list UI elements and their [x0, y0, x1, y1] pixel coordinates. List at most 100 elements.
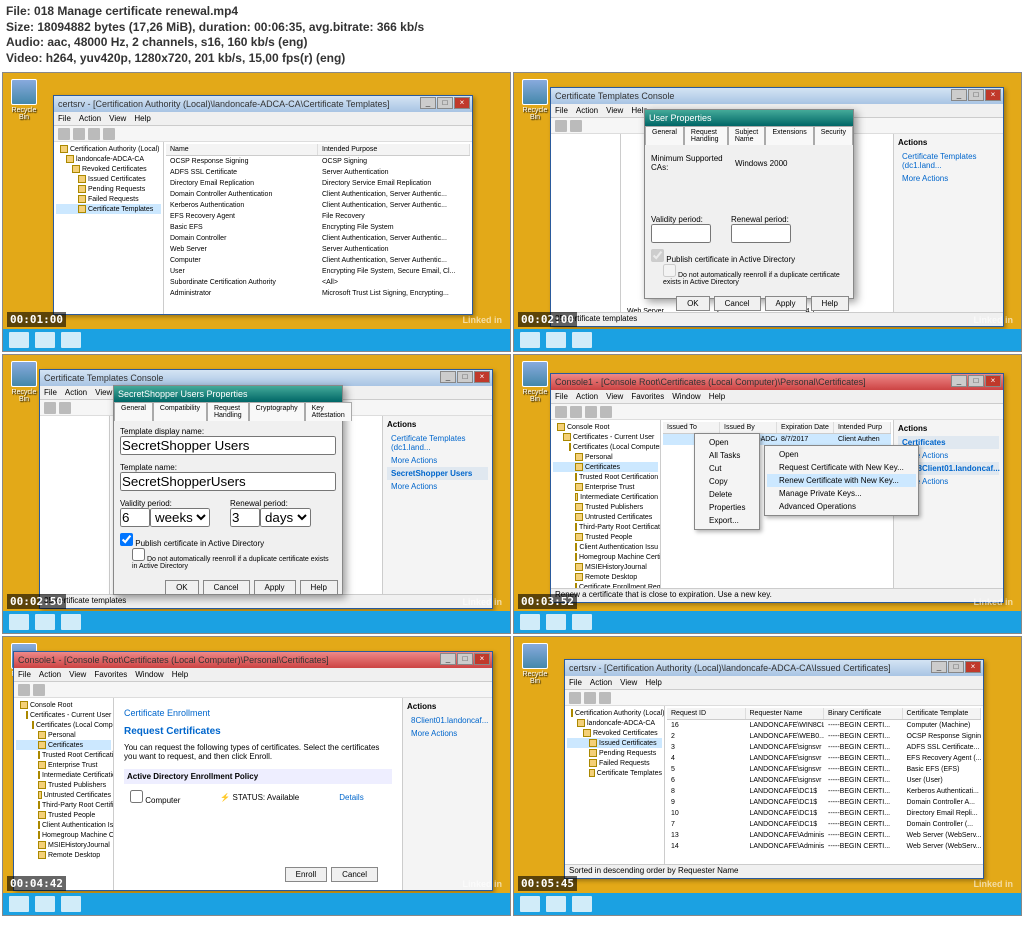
tree-node[interactable]: Certificate Templates: [56, 204, 161, 214]
table-row[interactable]: 3LANDONCAFE\signsvr-----BEGIN CERTI...AD…: [667, 742, 981, 753]
column-header[interactable]: Name: [166, 144, 318, 155]
cancel-button[interactable]: Cancel: [331, 867, 378, 882]
tree-node[interactable]: Homegroup Machine Certif: [553, 552, 658, 562]
column-header[interactable]: Certificate Template: [903, 708, 982, 719]
details-link[interactable]: Details: [339, 793, 363, 802]
tree-node[interactable]: Trusted People: [553, 532, 658, 542]
titlebar[interactable]: Certificate Templates Console _□×: [40, 370, 492, 386]
menu-file[interactable]: File: [555, 106, 568, 115]
tree-node[interactable]: Certificates - Current User: [553, 432, 658, 442]
table-row[interactable]: UserEncrypting File System, Secure Email…: [166, 266, 470, 277]
tab[interactable]: Security: [814, 126, 853, 145]
tree-node[interactable]: Certificate Templates: [567, 768, 662, 778]
user-properties-dialog[interactable]: User Properties GeneralRequest HandlingS…: [644, 109, 854, 299]
tree-node[interactable]: Revoked Certificates: [56, 164, 161, 174]
apply-button[interactable]: Apply: [254, 580, 296, 595]
table-row[interactable]: 9LANDONCAFE\DC1$-----BEGIN CERTI...Domai…: [667, 797, 981, 808]
nav-fwd-icon[interactable]: [73, 128, 85, 140]
table-row[interactable]: 14LANDONCAFE\Administrator-----BEGIN CER…: [667, 841, 981, 852]
min-button[interactable]: _: [951, 89, 967, 101]
cert-computer-checkbox[interactable]: [130, 790, 143, 803]
tree-node[interactable]: Untrusted Certificates: [553, 512, 658, 522]
tree-node[interactable]: Failed Requests: [56, 194, 161, 204]
titlebar[interactable]: Certificate Templates Console _□×: [551, 88, 1003, 104]
table-row[interactable]: 2LANDONCAFE\WEB0...-----BEGIN CERTI...OC…: [667, 731, 981, 742]
tab[interactable]: Subject Name: [728, 126, 766, 145]
column-header[interactable]: Expiration Date: [777, 422, 834, 433]
renewal-input[interactable]: [731, 224, 791, 243]
tree-node[interactable]: Client Authentication Issu: [553, 542, 658, 552]
max-button[interactable]: □: [968, 89, 984, 101]
menu-item[interactable]: Properties: [697, 501, 757, 514]
no-reenroll-checkbox[interactable]: [132, 548, 145, 561]
tree-view[interactable]: Certification Authority (Local)landoncaf…: [54, 142, 164, 314]
tree-node[interactable]: Certification Authority (Local): [567, 708, 662, 718]
table-row[interactable]: Subordinate Certification Authority<All>: [166, 277, 470, 288]
tree-view[interactable]: Certification Authority (Local)landoncaf…: [565, 706, 665, 878]
tree-node[interactable]: Certificates (Local Computer): [16, 720, 111, 730]
table-row[interactable]: 6LANDONCAFE\signsvr-----BEGIN CERTI...Us…: [667, 775, 981, 786]
menu-item[interactable]: All Tasks: [697, 449, 757, 462]
column-header[interactable]: Intended Purpose: [318, 144, 470, 155]
tree-node[interactable]: Untrusted Certificates: [16, 790, 111, 800]
tree-node[interactable]: Certificates - Current User: [16, 710, 111, 720]
tab[interactable]: Request Handling: [684, 126, 728, 145]
tree-node[interactable]: Console Root: [16, 700, 111, 710]
column-header[interactable]: Requester Name: [746, 708, 825, 719]
table-row[interactable]: Basic EFSEncrypting File System: [166, 222, 470, 233]
menu-item[interactable]: Open: [697, 436, 757, 449]
table-row[interactable]: 16LANDONCAFE\WIN8CLIENT0...-----BEGIN CE…: [667, 720, 981, 731]
ok-button[interactable]: OK: [165, 580, 199, 595]
table-row[interactable]: 8LANDONCAFE\DC1$-----BEGIN CERTI...Kerbe…: [667, 786, 981, 797]
refresh-icon[interactable]: [555, 120, 567, 132]
menu-view[interactable]: View: [109, 114, 126, 123]
tabs[interactable]: GeneralCompatibilityRequest HandlingCryp…: [114, 402, 342, 421]
tab[interactable]: Request Handling: [207, 402, 249, 421]
menu-file[interactable]: File: [58, 114, 71, 123]
tree-node[interactable]: Third-Party Root Certificat: [16, 800, 111, 810]
menu-action[interactable]: Action: [576, 106, 598, 115]
menu-help[interactable]: Help: [134, 114, 150, 123]
column-header[interactable]: Intended Purp: [834, 422, 891, 433]
secretshopper-dialog[interactable]: SecretShopper Users Properties GeneralCo…: [113, 385, 343, 595]
tree-node[interactable]: landoncafe-ADCA-CA: [567, 718, 662, 728]
tree-node[interactable]: MSIEHistoryJournal: [16, 840, 111, 850]
tree-node[interactable]: Trusted Root Certification: [16, 750, 111, 760]
menu-view[interactable]: View: [606, 106, 623, 115]
tree-node[interactable]: Trusted Root Certification: [553, 472, 658, 482]
tree-node[interactable]: Remote Desktop: [553, 572, 658, 582]
column-header[interactable]: Request ID: [667, 708, 746, 719]
recycle-bin[interactable]: Recycle Bin: [9, 79, 39, 121]
column-header[interactable]: Issued To: [663, 422, 720, 433]
tree-node[interactable]: Enterprise Trust: [553, 482, 658, 492]
tree-node[interactable]: Trusted Publishers: [16, 780, 111, 790]
tree-node[interactable]: Intermediate Certification: [553, 492, 658, 502]
tree-view[interactable]: [40, 416, 110, 608]
menu-item[interactable]: Cut: [697, 462, 757, 475]
taskbar[interactable]: [3, 329, 510, 351]
max-button[interactable]: □: [437, 97, 453, 109]
dialog-title[interactable]: User Properties: [645, 110, 853, 126]
table-row[interactable]: Domain ControllerClient Authentication, …: [166, 233, 470, 244]
enroll-button[interactable]: Enroll: [285, 867, 327, 882]
tree-node[interactable]: Trusted Publishers: [553, 502, 658, 512]
tree-node[interactable]: Certification Authority (Local): [56, 144, 161, 154]
tree-view[interactable]: Console RootCertificates - Current UserC…: [551, 420, 661, 602]
tree-node[interactable]: Third-Party Root Certificat: [553, 522, 658, 532]
tree-node[interactable]: Pending Requests: [567, 748, 662, 758]
recycle-bin[interactable]: Recycle Bin: [520, 361, 550, 403]
validity-input[interactable]: [120, 508, 150, 527]
table-row[interactable]: ADFS SSL CertificateServer Authenticatio…: [166, 167, 470, 178]
help-button[interactable]: Help: [300, 580, 338, 595]
tree-node[interactable]: Certificates (Local Computer): [553, 442, 658, 452]
table-row[interactable]: Directory Email ReplicationDirectory Ser…: [166, 178, 470, 189]
tree-node[interactable]: Certificates: [16, 740, 111, 750]
menu-item[interactable]: Copy: [697, 475, 757, 488]
tree-view[interactable]: [551, 134, 621, 326]
tree-node[interactable]: Console Root: [553, 422, 658, 432]
help-icon[interactable]: [103, 128, 115, 140]
cancel-button[interactable]: Cancel: [203, 580, 250, 595]
validity-unit[interactable]: weeks: [150, 508, 210, 527]
close-button[interactable]: ×: [985, 89, 1001, 101]
table-row[interactable]: 10LANDONCAFE\DC1$-----BEGIN CERTI...Dire…: [667, 808, 981, 819]
